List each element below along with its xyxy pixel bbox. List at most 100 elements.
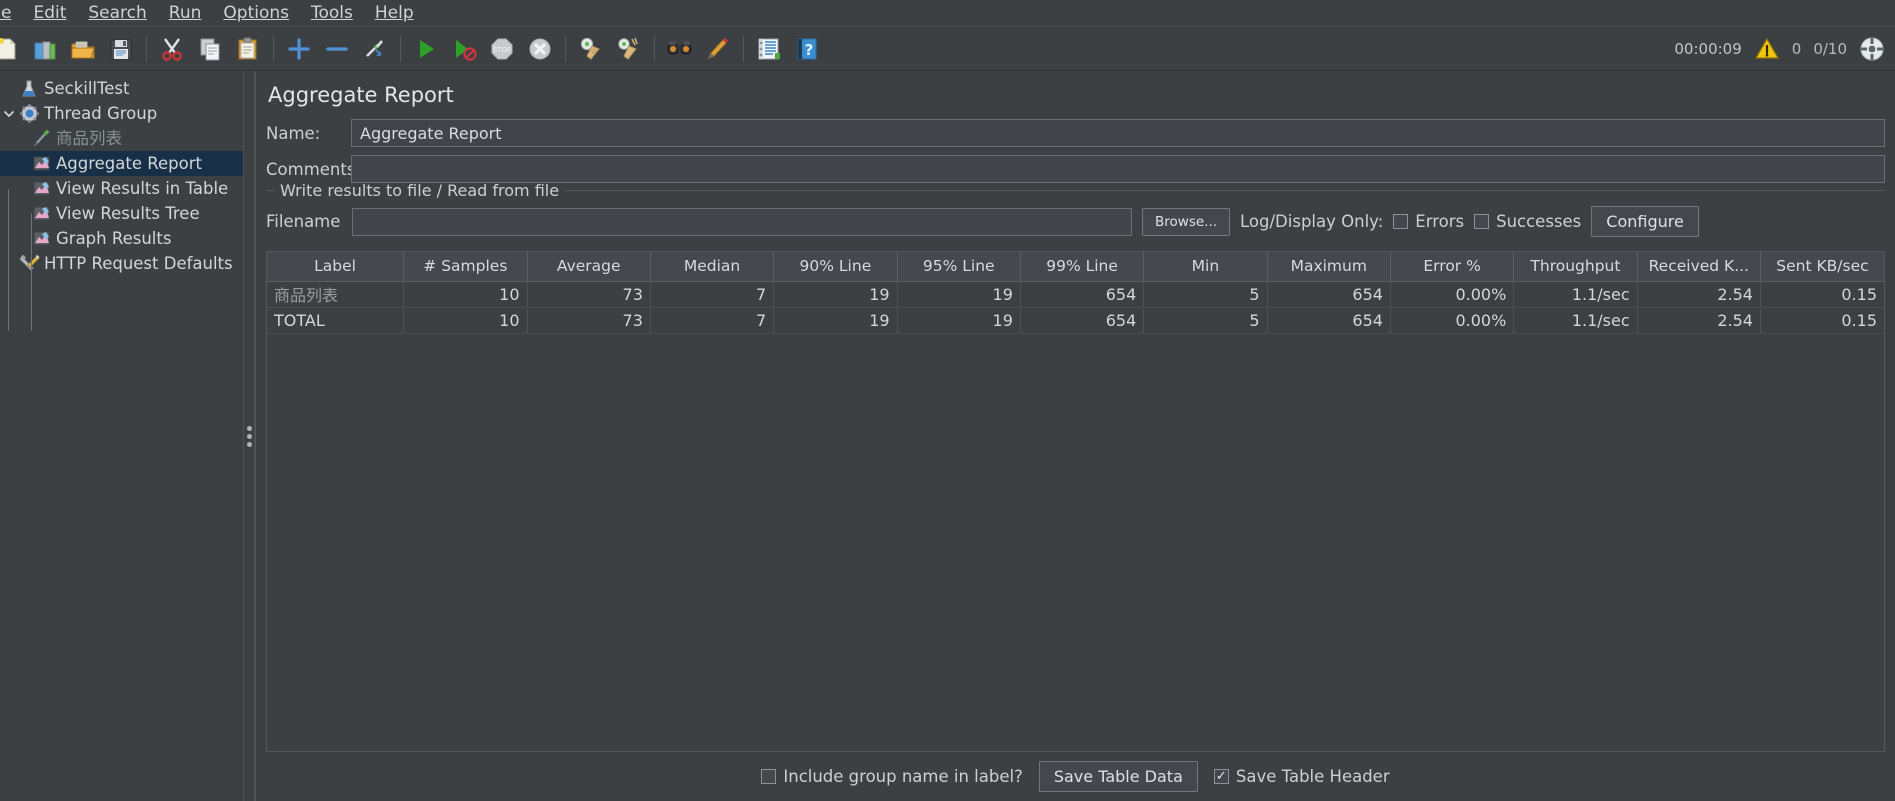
svg-text:?: ?	[805, 41, 814, 59]
column-header-average[interactable]: Average	[527, 252, 651, 282]
log-display-only-label: Log/Display Only:	[1240, 212, 1384, 231]
toggle-icon[interactable]	[356, 30, 394, 68]
column-header-error-pct[interactable]: Error %	[1390, 252, 1515, 282]
tree-node-view-results-in-table[interactable]: View Results in Table	[0, 176, 243, 201]
tree-expander-thread-group[interactable]	[0, 108, 18, 120]
column-header-throughput[interactable]: Throughput	[1513, 252, 1638, 282]
config-element-icon	[18, 253, 40, 274]
tree-node-view-results-tree[interactable]: View Results Tree	[0, 201, 243, 226]
cell-median: 7	[650, 307, 775, 334]
tree-node-thread-group[interactable]: Thread Group	[0, 101, 243, 126]
column-header-median[interactable]: Median	[650, 252, 775, 282]
column-header-received-kb[interactable]: Received K...	[1637, 252, 1761, 282]
tree-guide-line	[8, 189, 9, 331]
reset-search-icon[interactable]	[699, 30, 737, 68]
save-table-header-checkbox-box[interactable]: ✓	[1213, 769, 1229, 784]
menu-run[interactable]: Run	[158, 0, 213, 26]
cell-samples: 10	[403, 307, 528, 334]
menu-run-label: Run	[168, 2, 202, 23]
new-icon[interactable]	[0, 30, 26, 68]
menu-options[interactable]: Options	[212, 0, 300, 26]
toolbar-separator	[146, 35, 147, 62]
cell-error-pct: 0.00%	[1390, 281, 1515, 308]
tree-node-label: View Results in Table	[56, 179, 229, 198]
start-no-pauses-icon[interactable]	[445, 30, 483, 68]
save-table-header-checkbox[interactable]: ✓ Save Table Header	[1213, 767, 1390, 786]
menu-search[interactable]: Search	[77, 0, 157, 26]
filename-input[interactable]	[352, 207, 1132, 236]
menu-edit[interactable]: Edit	[22, 0, 77, 26]
configure-button[interactable]: Configure	[1591, 206, 1699, 237]
function-helper-icon[interactable]	[750, 30, 788, 68]
clear-icon[interactable]	[572, 30, 610, 68]
tree-node-graph-results[interactable]: Graph Results	[0, 226, 243, 251]
comments-row: Comments:	[266, 155, 1885, 183]
column-header-90-line[interactable]: 90% Line	[773, 252, 898, 282]
cut-icon[interactable]	[153, 30, 191, 68]
aggregate-table[interactable]: Label # Samples Average Median 90% Line …	[267, 252, 1884, 334]
collapse-all-icon[interactable]	[318, 30, 356, 68]
tree-node-label: 商品列表	[56, 129, 122, 148]
paste-icon[interactable]	[229, 30, 267, 68]
name-input[interactable]	[351, 119, 1885, 147]
help-icon[interactable]: ?	[788, 30, 826, 68]
column-header-samples[interactable]: # Samples	[403, 252, 528, 282]
menu-tools[interactable]: Tools	[300, 0, 364, 26]
shutdown-icon[interactable]	[521, 30, 559, 68]
include-group-name-checkbox[interactable]: Include group name in label?	[761, 767, 1023, 786]
test-plan-tree[interactable]: SeckillTest Thread Group 商品列表 Aggregate …	[0, 71, 243, 801]
tree-node-seckilltest[interactable]: SeckillTest	[0, 76, 243, 101]
legend-left-rule	[266, 189, 274, 191]
test-plan-icon	[18, 80, 40, 98]
comments-input[interactable]	[351, 155, 1885, 183]
clear-all-icon[interactable]	[610, 30, 648, 68]
table-row[interactable]: 商品列表 10 73 7 19 19 654 5 654 0.00% 1.1/s…	[267, 281, 1884, 308]
start-icon[interactable]	[407, 30, 445, 68]
menu-file-label: File	[0, 2, 12, 23]
expand-all-icon[interactable]	[280, 30, 318, 68]
filename-label: Filename	[266, 212, 341, 231]
cell-maximum: 654	[1267, 281, 1391, 308]
menu-search-label: Search	[88, 2, 147, 23]
search-icon[interactable]	[661, 30, 699, 68]
menu-file[interactable]: File	[0, 0, 22, 26]
tree-node-aggregate-report[interactable]: Aggregate Report	[0, 151, 243, 176]
cell-sent-kb: 0.15	[1760, 307, 1884, 334]
http-sampler-icon	[30, 129, 52, 148]
cell-95-line: 19	[897, 307, 1021, 334]
splitter-handle[interactable]	[246, 425, 252, 447]
warning-icon[interactable]	[1754, 37, 1780, 61]
toolbar: STOP ? 00:00:09 0 0/10	[0, 27, 1895, 71]
status-area: 00:00:09 0 0/10	[1674, 36, 1895, 62]
column-header-95-line[interactable]: 95% Line	[897, 252, 1021, 282]
errors-checkbox[interactable]: Errors	[1393, 212, 1464, 231]
remote-connection-icon[interactable]	[1859, 36, 1885, 62]
errors-checkbox-box[interactable]	[1393, 214, 1409, 229]
successes-checkbox-box[interactable]	[1474, 214, 1490, 229]
successes-checkbox[interactable]: Successes	[1474, 212, 1581, 231]
stop-icon[interactable]: STOP	[483, 30, 521, 68]
toolbar-separator	[565, 35, 566, 62]
listener-icon	[30, 179, 52, 198]
tree-content-splitter[interactable]	[243, 71, 255, 801]
column-header-label[interactable]: Label	[267, 252, 405, 282]
include-group-name-checkbox-box[interactable]	[761, 769, 777, 784]
listener-icon	[30, 229, 52, 248]
aggregate-table-container[interactable]: Label # Samples Average Median 90% Line …	[266, 251, 1885, 751]
menu-tools-label: Tools	[310, 2, 353, 23]
column-header-min[interactable]: Min	[1143, 252, 1268, 282]
table-row[interactable]: TOTAL 10 73 7 19 19 654 5 654 0.00% 1.1/…	[267, 307, 1884, 334]
column-header-99-line[interactable]: 99% Line	[1020, 252, 1145, 282]
open-icon[interactable]	[64, 30, 102, 68]
browse-button[interactable]: Browse...	[1142, 207, 1231, 236]
column-header-sent-kb[interactable]: Sent KB/sec	[1760, 252, 1884, 282]
save-icon[interactable]	[102, 30, 140, 68]
copy-icon[interactable]	[191, 30, 229, 68]
menu-help[interactable]: Help	[364, 0, 425, 26]
tree-node-product-list[interactable]: 商品列表	[0, 126, 243, 151]
save-table-data-button[interactable]: Save Table Data	[1038, 761, 1198, 792]
tree-node-http-request-defaults[interactable]: HTTP Request Defaults	[0, 251, 243, 276]
column-header-maximum[interactable]: Maximum	[1267, 252, 1391, 282]
templates-icon[interactable]	[26, 30, 64, 68]
tree-node-label: View Results Tree	[56, 204, 200, 223]
